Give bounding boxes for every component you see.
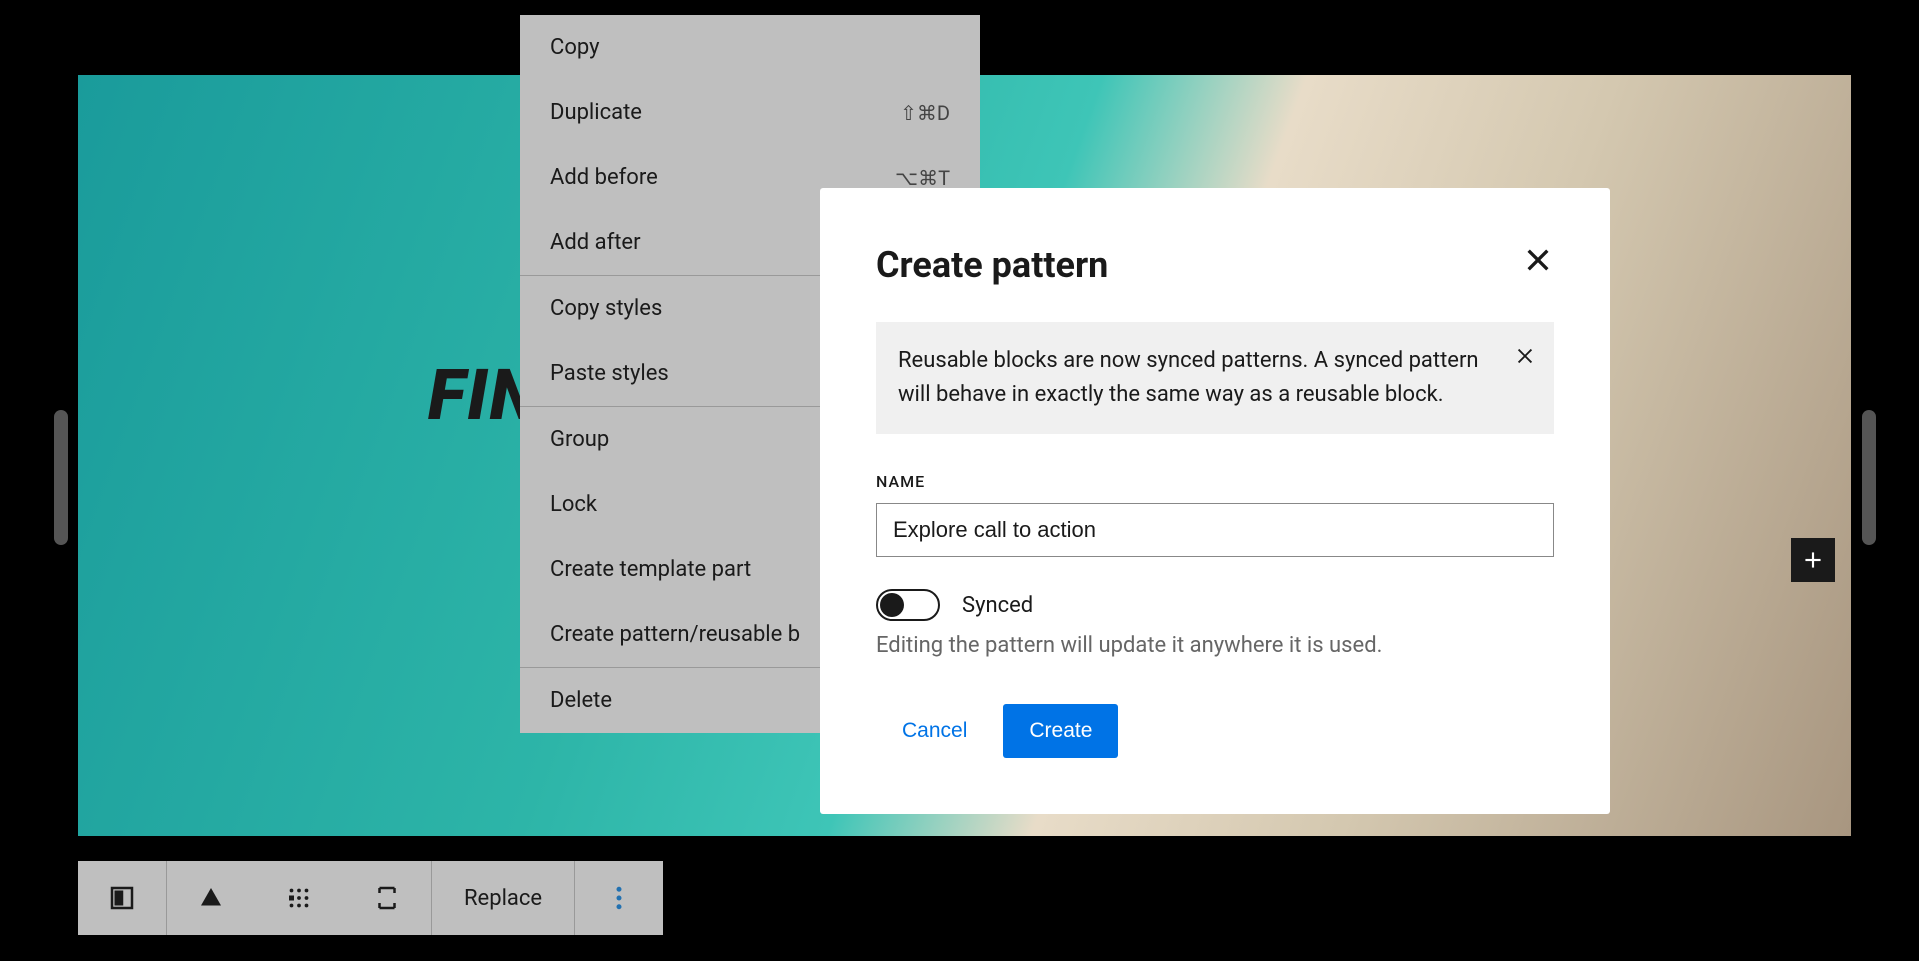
menu-item-duplicate[interactable]: Duplicate ⇧⌘D (520, 80, 980, 145)
resize-handle-right[interactable] (1862, 410, 1876, 545)
info-notice: Reusable blocks are now synced patterns.… (876, 322, 1554, 434)
content-position-button[interactable] (255, 861, 343, 935)
close-icon (1522, 244, 1554, 276)
resize-handle-left[interactable] (54, 410, 68, 545)
replace-button[interactable]: Replace (432, 861, 574, 935)
synced-help-text: Editing the pattern will update it anywh… (876, 633, 1554, 658)
menu-label: Duplicate (550, 100, 642, 125)
menu-shortcut: ⇧⌘D (900, 101, 950, 125)
menu-label: Group (550, 427, 609, 452)
menu-label: Paste styles (550, 361, 669, 386)
menu-item-copy[interactable]: Copy (520, 15, 980, 80)
modal-title: Create pattern (876, 244, 1108, 286)
name-label: NAME (876, 472, 1554, 491)
block-toolbar: Replace (78, 861, 663, 935)
close-icon (1514, 345, 1536, 367)
pattern-name-input[interactable] (876, 503, 1554, 557)
more-vertical-icon (604, 883, 634, 913)
fullheight-icon (372, 883, 402, 913)
menu-label: Create pattern/reusable b (550, 622, 800, 647)
more-options-button[interactable] (575, 861, 663, 935)
menu-label: Create template part (550, 557, 751, 582)
grid-position-icon (284, 883, 314, 913)
notice-text: Reusable blocks are now synced patterns.… (898, 348, 1479, 407)
toggle-knob (880, 593, 904, 617)
menu-label: Delete (550, 688, 612, 713)
menu-label: Add before (550, 165, 658, 190)
create-pattern-modal: Create pattern Reusable blocks are now s… (820, 188, 1610, 814)
create-button[interactable]: Create (1003, 704, 1118, 758)
menu-label: Copy styles (550, 296, 662, 321)
cover-block-icon (107, 883, 137, 913)
menu-label: Copy (550, 35, 600, 60)
fullheight-button[interactable] (343, 861, 431, 935)
synced-label: Synced (962, 593, 1033, 618)
synced-toggle[interactable] (876, 589, 940, 621)
menu-shortcut: ⌥⌘T (895, 166, 950, 190)
menu-label: Add after (550, 230, 641, 255)
alignment-button[interactable] (167, 861, 255, 935)
block-type-button[interactable] (78, 861, 166, 935)
notice-dismiss-button[interactable] (1514, 344, 1536, 378)
add-block-button[interactable] (1791, 538, 1835, 582)
modal-close-button[interactable] (1522, 244, 1554, 280)
menu-label: Lock (550, 492, 597, 517)
plus-icon (1800, 547, 1826, 573)
cancel-button[interactable]: Cancel (876, 704, 993, 758)
align-icon (196, 883, 226, 913)
